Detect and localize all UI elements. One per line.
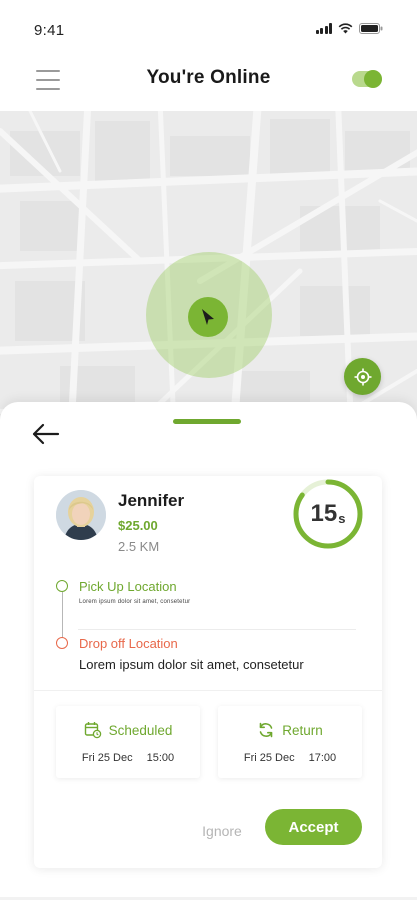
- arrow-left-icon: [32, 423, 60, 445]
- accept-button[interactable]: Accept: [265, 809, 362, 845]
- status-time: 9:41: [34, 22, 65, 39]
- scheduled-date: Fri 25 Dec: [81, 752, 133, 764]
- route-connector-line: [62, 592, 63, 643]
- pickup-address: Lorem ipsum dolor sit amet, consetetur: [79, 599, 191, 605]
- ignore-button[interactable]: Ignore: [192, 820, 252, 842]
- current-location-marker: [188, 297, 228, 337]
- toggle-knob: [364, 70, 382, 88]
- target-icon: [354, 368, 371, 385]
- rider-avatar: [56, 490, 106, 540]
- pickup-label: Pick Up Location: [79, 579, 177, 594]
- ride-request-card: Jennifer $25.00 2.5 KM 15 s Pick Up Locat…: [34, 476, 382, 868]
- pickup-marker-icon: [56, 580, 68, 592]
- back-button[interactable]: [31, 422, 61, 446]
- calendar-clock-icon: [84, 722, 101, 739]
- wifi-icon: [338, 23, 353, 34]
- status-bar: 9:41: [0, 0, 417, 62]
- sheet-drag-handle[interactable]: [173, 419, 241, 424]
- app-header: You're Online: [0, 62, 417, 111]
- online-toggle[interactable]: [352, 70, 382, 88]
- return-time: 17:00: [308, 752, 337, 764]
- rider-name: Jennifer: [118, 491, 185, 510]
- countdown-unit: s: [338, 510, 346, 526]
- fare-amount: $25.00: [118, 518, 158, 533]
- battery-icon: [359, 23, 383, 34]
- dropoff-marker-icon: [56, 637, 68, 649]
- dropoff-address: Lorem ipsum dolor sit amet, consetetur: [79, 657, 304, 672]
- route-divider: [78, 629, 356, 630]
- dropoff-label: Drop off Location: [79, 636, 178, 651]
- return-box[interactable]: Return Fri 25 Dec 17:00: [218, 706, 362, 778]
- status-icons: [315, 23, 384, 34]
- trip-distance: 2.5 KM: [118, 539, 160, 554]
- scheduled-time: 15:00: [146, 752, 175, 764]
- countdown-timer: 15 s: [292, 478, 364, 550]
- recenter-button[interactable]: [344, 358, 381, 395]
- scheduled-box[interactable]: Scheduled Fri 25 Dec 15:00: [56, 706, 200, 778]
- scheduled-title: Scheduled: [108, 722, 173, 738]
- refresh-icon: [259, 722, 273, 738]
- countdown-value: 15: [310, 500, 338, 527]
- section-divider: [34, 690, 382, 691]
- signal-icon: [315, 23, 332, 34]
- navigation-arrow-icon: [202, 309, 214, 325]
- ride-request-sheet: Jennifer $25.00 2.5 KM 15 s Pick Up Locat…: [0, 402, 417, 900]
- map-view[interactable]: [0, 111, 417, 441]
- return-date: Fri 25 Dec: [243, 752, 295, 764]
- return-title: Return: [282, 722, 323, 738]
